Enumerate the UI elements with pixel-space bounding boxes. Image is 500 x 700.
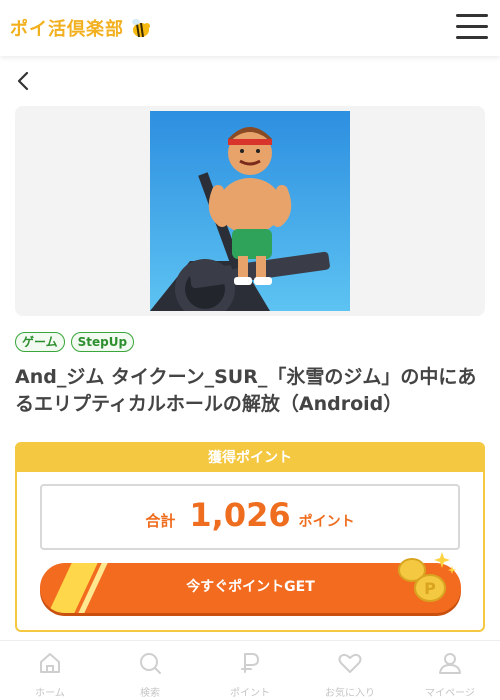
hamburger-menu-icon[interactable] [456, 14, 488, 40]
nav-search-label: 検索 [140, 688, 160, 699]
total-points-box: 合計 1,026 ポイント [40, 484, 460, 550]
point-icon [241, 653, 259, 673]
app-hero [15, 106, 485, 316]
search-icon [140, 653, 161, 674]
offer-title: And_ジム タイクーン_SUR_「氷雪のジム」の中にあるエリプティカルホールの… [15, 366, 477, 415]
heart-icon [338, 653, 362, 673]
nav-point[interactable]: ポイント [200, 641, 300, 700]
nav-search[interactable]: 検索 [100, 641, 200, 700]
tag-stepup: StepUp [70, 332, 135, 352]
tag-list: ゲーム StepUp [15, 332, 135, 352]
nav-mypage-label: マイページ [425, 688, 475, 699]
bee-icon [132, 19, 150, 38]
total-value: 1,026 [189, 496, 291, 534]
svg-text:P: P [424, 579, 436, 598]
nav-favorite-label: お気に入り [325, 688, 375, 699]
total-unit: ポイント [298, 514, 355, 530]
nav-home[interactable]: ホーム [0, 641, 100, 700]
nav-point-label: ポイント [230, 688, 270, 699]
tag-game: ゲーム [15, 332, 65, 352]
coins-icon: P [398, 552, 456, 602]
points-panel: 獲得ポイント 合計 1,026 ポイント 今すぐポイントGET P [15, 442, 485, 632]
logo-text: ポイ活倶楽部 [10, 19, 124, 40]
bottom-navigation: ホーム 検索 ポイント お気に入り マイページ [0, 640, 500, 700]
home-icon [40, 653, 60, 673]
points-header: 獲得ポイント [17, 444, 483, 472]
total-label: 合計 [145, 512, 176, 530]
site-logo[interactable]: ポイ活倶楽部 [10, 15, 152, 41]
user-icon [439, 653, 461, 674]
site-header: ポイ活倶楽部 [0, 0, 500, 56]
nav-home-label: ホーム [35, 688, 65, 699]
nav-favorite[interactable]: お気に入り [300, 641, 400, 700]
nav-mypage[interactable]: マイページ [400, 641, 500, 700]
app-icon [150, 111, 350, 311]
chevron-left-icon[interactable] [12, 68, 36, 94]
